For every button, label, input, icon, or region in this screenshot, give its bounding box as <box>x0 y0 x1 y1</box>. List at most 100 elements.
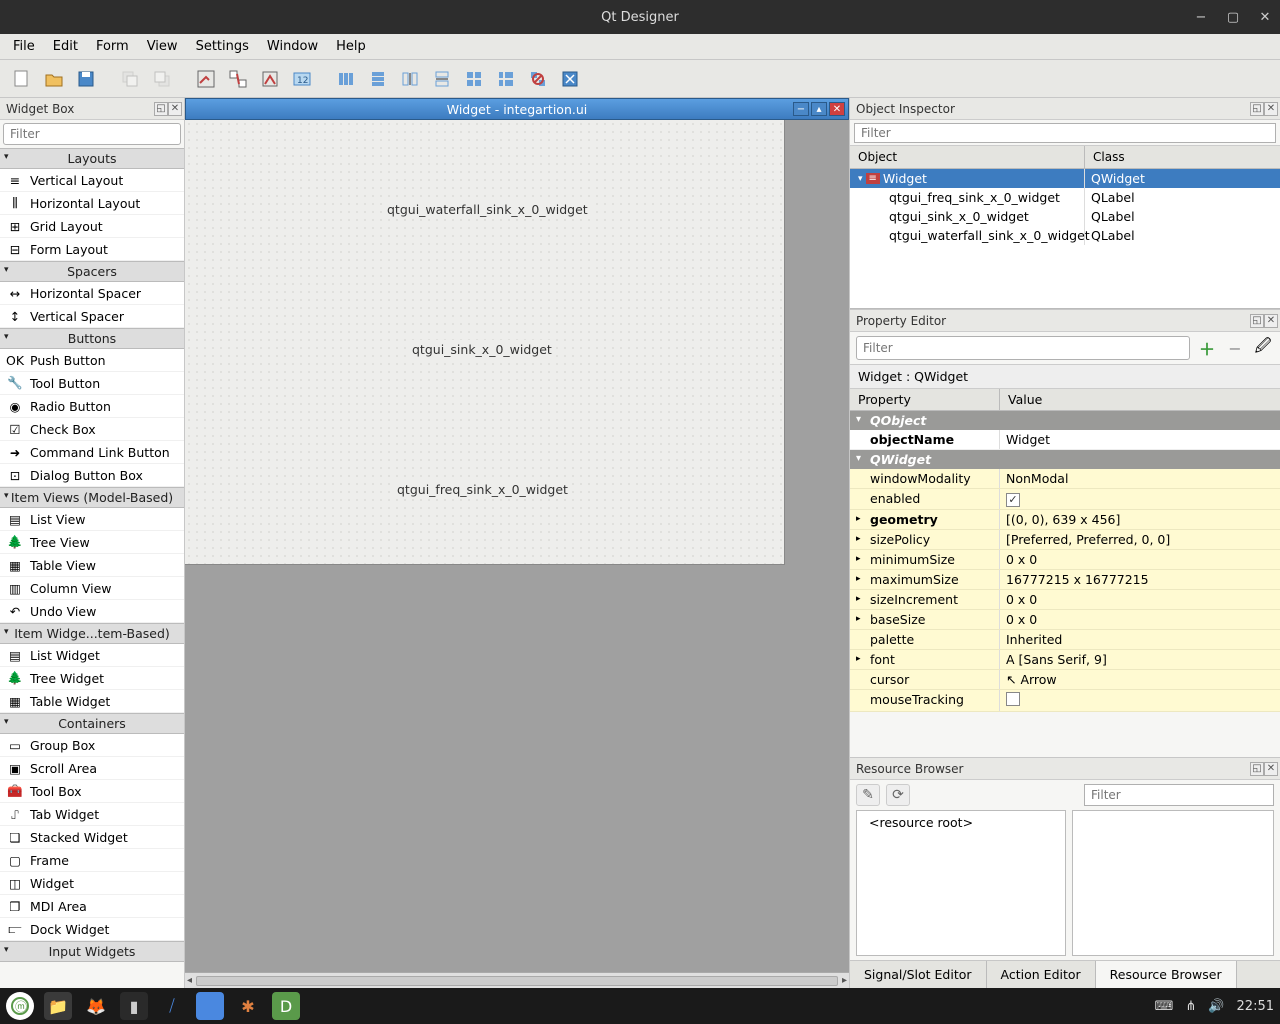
widget-item[interactable]: ↕Vertical Spacer <box>0 305 184 328</box>
edit-widgets-button[interactable] <box>192 65 220 93</box>
vscode-icon[interactable]: ⧸ <box>158 992 186 1020</box>
send-back-button[interactable] <box>116 65 144 93</box>
gnuradio-icon[interactable]: ✱ <box>234 992 262 1020</box>
form-window-titlebar[interactable]: Widget - integartion.ui − ▴ ✕ <box>185 98 849 120</box>
widget-item[interactable]: ⊞Grid Layout <box>0 215 184 238</box>
property-row[interactable]: sizePolicy[Preferred, Preferred, 0, 0] <box>850 530 1280 550</box>
adjust-size-button[interactable] <box>556 65 584 93</box>
form-minimize-icon[interactable]: − <box>793 102 809 116</box>
files-icon[interactable]: 📁 <box>44 992 72 1020</box>
column-header-property[interactable]: Property <box>850 389 1000 410</box>
menu-edit[interactable]: Edit <box>44 36 87 57</box>
widget-item[interactable]: ≡Vertical Layout <box>0 169 184 192</box>
new-form-button[interactable] <box>8 65 36 93</box>
edit-buddies-button[interactable] <box>256 65 284 93</box>
widget-box-filter-input[interactable] <box>3 123 181 145</box>
widget-item[interactable]: ◉Radio Button <box>0 395 184 418</box>
widget-item[interactable]: 🌲Tree View <box>0 531 184 554</box>
bottom-tab[interactable]: Resource Browser <box>1096 961 1237 988</box>
dock-close-icon[interactable]: ✕ <box>168 102 182 116</box>
widget-item[interactable]: OKPush Button <box>0 349 184 372</box>
widget-category[interactable]: Layouts <box>0 148 184 169</box>
edit-tab-order-button[interactable]: 12 <box>288 65 316 93</box>
widget-item[interactable]: ↔Horizontal Spacer <box>0 282 184 305</box>
widget-item[interactable]: ▤List Widget <box>0 644 184 667</box>
widget-item[interactable]: ☑Check Box <box>0 418 184 441</box>
dock-close-icon[interactable]: ✕ <box>1264 314 1278 328</box>
close-icon[interactable]: ✕ <box>1256 8 1274 26</box>
property-row[interactable]: cursor↖ Arrow <box>850 670 1280 690</box>
property-row[interactable]: fontA [Sans Serif, 9] <box>850 650 1280 670</box>
placed-widget[interactable]: qtgui_sink_x_0_widget <box>410 340 554 359</box>
resource-tree[interactable]: <resource root> <box>856 810 1066 956</box>
widget-category[interactable]: Item Views (Model-Based) <box>0 487 184 508</box>
checkbox-icon[interactable]: ✓ <box>1006 493 1020 507</box>
widget-category[interactable]: Input Widgets <box>0 941 184 962</box>
bottom-tab[interactable]: Signal/Slot Editor <box>850 961 987 988</box>
form-close-icon[interactable]: ✕ <box>829 102 845 116</box>
layout-grid-button[interactable] <box>460 65 488 93</box>
property-row[interactable]: windowModalityNonModal <box>850 469 1280 489</box>
property-filter-input[interactable] <box>856 336 1190 360</box>
menu-window[interactable]: Window <box>258 36 327 57</box>
property-row[interactable]: geometry[(0, 0), 639 x 456] <box>850 510 1280 530</box>
designer-icon[interactable]: D <box>272 992 300 1020</box>
widget-item[interactable]: ▣Scroll Area <box>0 757 184 780</box>
tray-volume-icon[interactable]: 🔊 <box>1208 999 1224 1014</box>
widget-category[interactable]: Item Widge...tem-Based) <box>0 623 184 644</box>
dock-close-icon[interactable]: ✕ <box>1264 102 1278 116</box>
layout-form-button[interactable] <box>492 65 520 93</box>
placed-widget[interactable]: qtgui_freq_sink_x_0_widget <box>395 480 570 499</box>
layout-horiz-splitter-button[interactable] <box>396 65 424 93</box>
firefox-icon[interactable]: 🦊 <box>82 992 110 1020</box>
object-inspector-filter-input[interactable] <box>854 123 1276 143</box>
dock-float-icon[interactable]: ◱ <box>1250 762 1264 776</box>
layout-vert-button[interactable] <box>364 65 392 93</box>
dock-float-icon[interactable]: ◱ <box>154 102 168 116</box>
menu-help[interactable]: Help <box>327 36 375 57</box>
edit-signals-button[interactable] <box>224 65 252 93</box>
resource-filter-input[interactable] <box>1084 784 1274 806</box>
widget-item[interactable]: ⊟Form Layout <box>0 238 184 261</box>
menu-settings[interactable]: Settings <box>187 36 258 57</box>
property-group[interactable]: QObject <box>850 411 1280 430</box>
widget-category[interactable]: Buttons <box>0 328 184 349</box>
open-button[interactable] <box>40 65 68 93</box>
widget-item[interactable]: ▭Group Box <box>0 734 184 757</box>
widget-item[interactable]: 🧰Tool Box <box>0 780 184 803</box>
terminal-icon[interactable]: ▮ <box>120 992 148 1020</box>
form-canvas[interactable]: qtgui_waterfall_sink_x_0_widgetqtgui_sin… <box>185 120 849 972</box>
object-row[interactable]: qtgui_waterfall_sink_x_0_widgetQLabel <box>850 226 1280 245</box>
property-row[interactable]: mouseTracking <box>850 690 1280 712</box>
widget-item[interactable]: 🔧Tool Button <box>0 372 184 395</box>
dock-close-icon[interactable]: ✕ <box>1264 762 1278 776</box>
widget-item[interactable]: 🌲Tree Widget <box>0 667 184 690</box>
checkbox-icon[interactable] <box>1006 692 1020 706</box>
minimize-icon[interactable]: − <box>1192 8 1210 26</box>
start-menu-icon[interactable]: ⓜ <box>6 992 34 1020</box>
property-row[interactable]: minimumSize0 x 0 <box>850 550 1280 570</box>
widget-item[interactable]: ↶Undo View <box>0 600 184 623</box>
horizontal-scrollbar[interactable]: ◂ ▸ <box>185 972 849 988</box>
tray-clock[interactable]: 22:51 <box>1237 999 1274 1014</box>
widget-item[interactable]: ❐MDI Area <box>0 895 184 918</box>
widget-item[interactable]: ⊡Dialog Button Box <box>0 464 184 487</box>
form-maximize-icon[interactable]: ▴ <box>811 102 827 116</box>
menu-view[interactable]: View <box>138 36 187 57</box>
property-group[interactable]: QWidget <box>850 450 1280 469</box>
app-icon[interactable] <box>196 992 224 1020</box>
widget-item[interactable]: ▤List View <box>0 508 184 531</box>
scroll-right-icon[interactable]: ▸ <box>842 975 847 986</box>
remove-property-icon[interactable]: − <box>1224 337 1246 359</box>
widget-item[interactable]: ▢Frame <box>0 849 184 872</box>
add-property-icon[interactable]: ＋ <box>1196 337 1218 359</box>
column-header-value[interactable]: Value <box>1000 389 1050 410</box>
edit-resources-icon[interactable]: ✎ <box>856 784 880 806</box>
bring-front-button[interactable] <box>148 65 176 93</box>
save-button[interactable] <box>72 65 100 93</box>
maximize-icon[interactable]: ▢ <box>1224 8 1242 26</box>
widget-box-tree[interactable]: Layouts≡Vertical Layout⫼Horizontal Layou… <box>0 148 184 988</box>
widget-item[interactable]: ⫍Dock Widget <box>0 918 184 941</box>
widget-item[interactable]: ▦Table Widget <box>0 690 184 713</box>
property-row[interactable]: sizeIncrement0 x 0 <box>850 590 1280 610</box>
